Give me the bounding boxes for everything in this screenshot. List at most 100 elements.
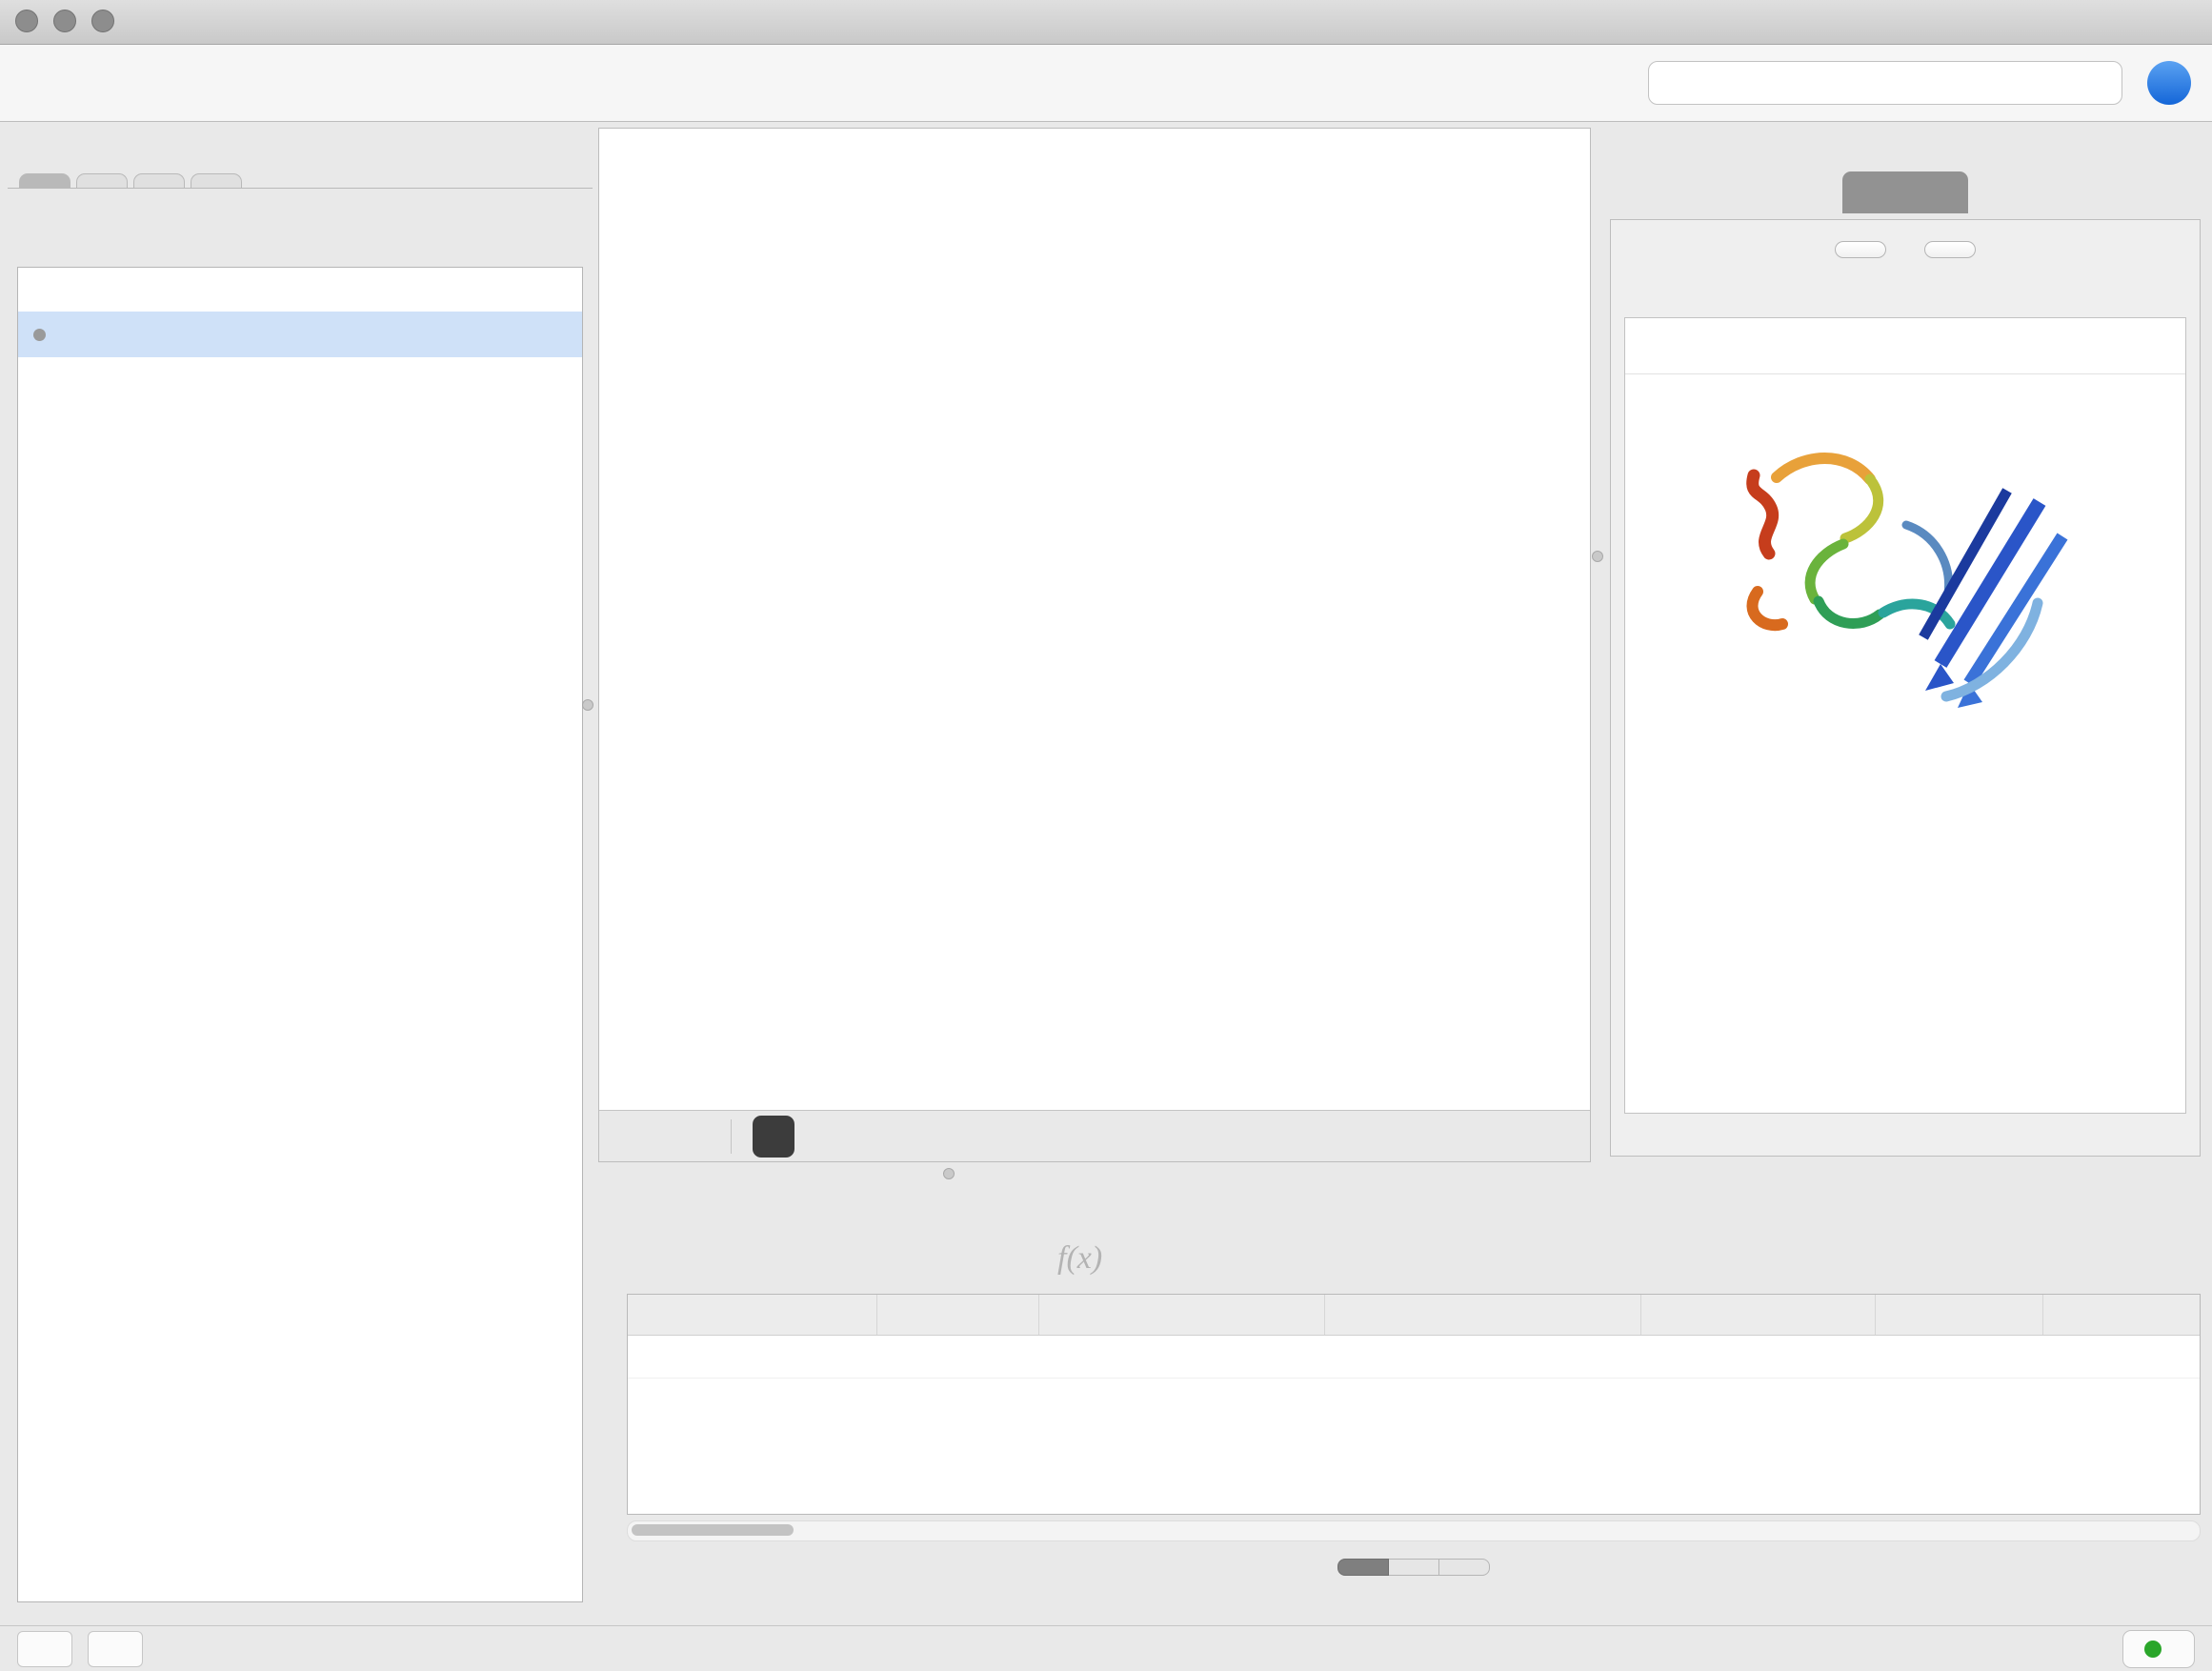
column-type-icon xyxy=(1651,1303,1674,1326)
splitter-grip[interactable] xyxy=(1592,551,1603,562)
table-tabs xyxy=(619,1559,2208,1576)
table-cell[interactable] xyxy=(1876,1336,2043,1378)
close-window-button[interactable] xyxy=(15,10,38,32)
expand-all-button[interactable] xyxy=(1835,241,1886,258)
column-header-namespace[interactable] xyxy=(2043,1295,2201,1335)
column-header-canonical-name[interactable] xyxy=(1039,1295,1325,1335)
network-options-gear-icon[interactable] xyxy=(541,197,573,230)
tab-network-table[interactable] xyxy=(1439,1559,1490,1576)
table-cell[interactable] xyxy=(628,1336,877,1378)
network-tree xyxy=(17,267,583,1602)
results-panel xyxy=(1602,128,2208,1164)
node-table xyxy=(627,1294,2201,1515)
float-panel-icon[interactable] xyxy=(2122,1190,2147,1215)
panel-menu-icon[interactable] xyxy=(2075,1190,2100,1215)
column-header-database-identifier[interactable] xyxy=(1325,1295,1641,1335)
expand-all-icon[interactable] xyxy=(67,200,93,227)
minimize-window-button[interactable] xyxy=(53,10,76,32)
results-body xyxy=(1610,219,2201,1157)
tab-edge-table[interactable] xyxy=(1389,1559,1439,1576)
tab-node-table[interactable] xyxy=(1337,1559,1389,1576)
network-collection-row[interactable] xyxy=(18,268,582,312)
selected-checkbox-icon[interactable] xyxy=(1411,1122,1439,1151)
close-panel-icon[interactable] xyxy=(554,136,579,161)
gene-entry-header xyxy=(1625,318,2185,374)
crosslink-row-tissues xyxy=(1625,839,2185,853)
table-row[interactable] xyxy=(628,1336,2200,1379)
tab-select[interactable] xyxy=(133,173,185,188)
show-columns-icon[interactable] xyxy=(730,1238,770,1278)
results-entry xyxy=(1624,317,2186,1114)
memory-button[interactable] xyxy=(2122,1630,2195,1668)
column-type-icon xyxy=(2053,1303,2076,1326)
table-cell[interactable] xyxy=(877,1336,1039,1378)
table-cell[interactable] xyxy=(1325,1336,1641,1378)
cloud-status-button[interactable] xyxy=(17,1631,72,1667)
search-box[interactable] xyxy=(1648,61,2122,105)
crosslink-row-genecard xyxy=(1625,813,2185,826)
network-canvas[interactable] xyxy=(599,129,1590,1110)
table-cell[interactable] xyxy=(2043,1336,2201,1378)
tab-string[interactable] xyxy=(1842,171,1968,213)
zoom-window-button[interactable] xyxy=(91,10,114,32)
scrollbar-thumb[interactable] xyxy=(632,1524,794,1536)
horizontal-scrollbar[interactable] xyxy=(627,1520,2201,1541)
table-cell[interactable] xyxy=(1641,1336,1876,1378)
panel-menu-icon[interactable] xyxy=(2075,136,2100,161)
memory-status-dot xyxy=(2144,1641,2162,1658)
grid-view-icon[interactable] xyxy=(620,1119,654,1154)
control-panel xyxy=(8,128,593,1614)
search-input[interactable] xyxy=(1668,68,2110,99)
tab-sets[interactable] xyxy=(191,173,242,188)
column-header-name[interactable] xyxy=(877,1295,1039,1335)
column-header-description[interactable] xyxy=(1641,1295,1876,1335)
float-panel-icon[interactable] xyxy=(507,136,532,161)
function-builder-icon: f(x) xyxy=(1057,1240,1102,1277)
splitter-grip[interactable] xyxy=(582,699,593,711)
collapse-all-icon[interactable] xyxy=(27,200,53,227)
tab-style[interactable] xyxy=(76,173,128,188)
close-panel-icon[interactable] xyxy=(2170,136,2195,161)
help-button[interactable] xyxy=(2147,61,2191,105)
status-bar xyxy=(0,1625,2212,1671)
column-header-id[interactable] xyxy=(1876,1295,2043,1335)
traffic-lights xyxy=(15,10,114,32)
toolbar-groups xyxy=(0,45,17,121)
titlebar xyxy=(0,0,2212,45)
gene-description xyxy=(1625,374,2185,388)
tree-expander-icon[interactable] xyxy=(49,279,70,300)
hidden-eye-slash-icon[interactable] xyxy=(1470,1122,1498,1151)
column-type-icon xyxy=(637,1303,660,1326)
crosslink-row-pharos xyxy=(1625,853,2185,866)
delete-table-icon xyxy=(975,1238,1016,1278)
results-panel-header xyxy=(1602,128,2208,170)
app-window: f(x) xyxy=(0,0,2212,1671)
table-toolbar: f(x) xyxy=(619,1223,2208,1286)
control-panel-header xyxy=(8,128,593,170)
table-cell[interactable] xyxy=(1039,1336,1325,1378)
splitter-grip[interactable] xyxy=(943,1168,955,1179)
network-view xyxy=(598,128,1591,1162)
crosslink-row-compartments xyxy=(1625,826,2185,839)
column-type-icon xyxy=(1335,1303,1357,1326)
delete-column-icon[interactable] xyxy=(894,1238,934,1278)
move-tool-icon[interactable] xyxy=(1529,1117,1569,1157)
table-header-row xyxy=(628,1295,2200,1336)
table-options-gear-icon[interactable] xyxy=(648,1238,688,1278)
float-panel-icon[interactable] xyxy=(2122,136,2147,161)
control-panel-tabs xyxy=(8,170,593,189)
warnings-button[interactable] xyxy=(88,1631,143,1667)
close-panel-icon[interactable] xyxy=(2170,1190,2195,1215)
current-network-dot xyxy=(33,329,46,341)
open-in-browser-button[interactable] xyxy=(753,1116,794,1158)
add-column-icon[interactable] xyxy=(812,1238,852,1278)
crosslinks-title xyxy=(1625,754,2185,799)
collapse-entry-icon[interactable] xyxy=(1688,335,1713,360)
footer-separator xyxy=(731,1119,732,1154)
panel-menu-icon[interactable] xyxy=(459,136,484,161)
network-share-icon[interactable] xyxy=(675,1119,710,1154)
column-header-shared-name[interactable] xyxy=(628,1295,877,1335)
tab-network[interactable] xyxy=(19,173,70,188)
collapse-all-button[interactable] xyxy=(1924,241,1976,258)
network-row-selected[interactable] xyxy=(18,312,582,357)
